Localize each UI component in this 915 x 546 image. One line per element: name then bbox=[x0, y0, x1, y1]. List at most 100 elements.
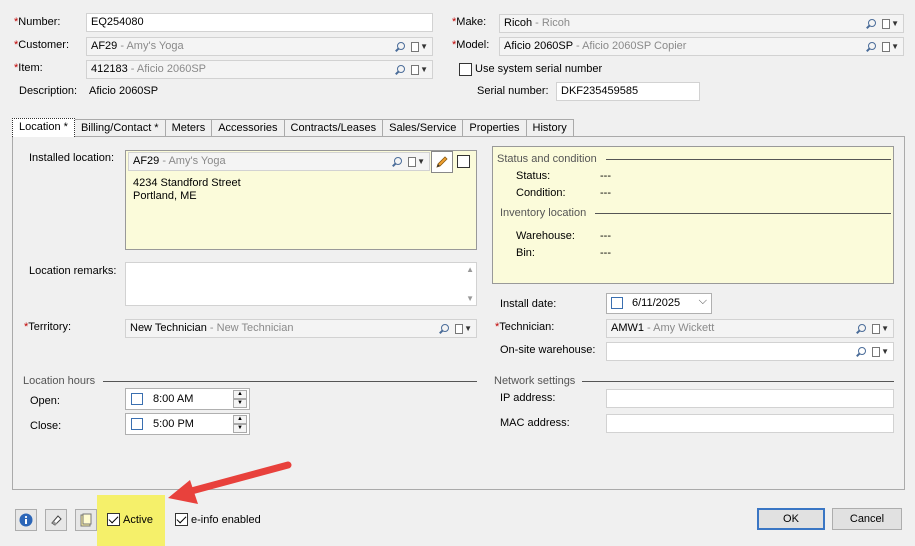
notes-button[interactable] bbox=[75, 509, 97, 531]
use-system-serial-checkbox[interactable] bbox=[459, 63, 472, 76]
inventory-section-title: Inventory location bbox=[500, 207, 587, 219]
open-time-checkbox[interactable] bbox=[131, 393, 143, 405]
bin-label: Bin: bbox=[516, 247, 535, 259]
status-inventory-box: Status and condition Status: --- Conditi… bbox=[492, 146, 894, 284]
installed-location-box: AF29 - Amy's Yoga ▼ 4234 Standford Stree… bbox=[125, 150, 477, 250]
tab-billing-contact[interactable]: Billing/Contact * bbox=[73, 119, 166, 137]
tab-location[interactable]: Location * bbox=[12, 118, 75, 137]
search-icon[interactable] bbox=[866, 41, 877, 52]
open-time-picker[interactable]: 8:00 AM ▲ ▼ bbox=[125, 388, 250, 410]
location-remarks-textarea[interactable]: ▲ ▼ bbox=[125, 262, 477, 306]
use-system-serial-label: Use system serial number bbox=[475, 63, 603, 75]
divider bbox=[582, 381, 894, 382]
divider bbox=[595, 213, 891, 214]
install-date-value: 6/11/2025 bbox=[632, 297, 681, 309]
close-time-checkbox[interactable] bbox=[131, 418, 143, 430]
annotation-arrow bbox=[168, 461, 292, 504]
installed-location-label: Installed location: bbox=[29, 152, 114, 164]
serial-number-label: Serial number: bbox=[477, 85, 549, 97]
document-dropdown-icon[interactable]: ▼ bbox=[455, 323, 472, 334]
item-label: *Item: bbox=[14, 62, 43, 74]
search-icon[interactable] bbox=[856, 346, 867, 357]
document-dropdown-icon[interactable]: ▼ bbox=[411, 41, 428, 52]
info-button[interactable] bbox=[15, 509, 37, 531]
tab-accessories[interactable]: Accessories bbox=[211, 119, 285, 137]
einfo-checkbox[interactable] bbox=[175, 513, 188, 526]
document-dropdown-icon[interactable]: ▼ bbox=[411, 64, 428, 75]
document-dropdown-icon[interactable]: ▼ bbox=[872, 323, 889, 334]
ok-button[interactable]: OK bbox=[757, 508, 825, 530]
document-dropdown-icon[interactable]: ▼ bbox=[882, 41, 899, 52]
cancel-button[interactable]: Cancel bbox=[832, 508, 902, 530]
search-icon[interactable] bbox=[392, 156, 403, 167]
install-date-label: Install date: bbox=[500, 298, 557, 310]
notes-icon bbox=[80, 513, 92, 527]
tab-meters[interactable]: Meters bbox=[164, 119, 213, 137]
model-field[interactable]: Aficio 2060SP - Aficio 2060SP Copier ▼ bbox=[499, 37, 904, 56]
onsite-warehouse-label: On-site warehouse: bbox=[500, 344, 596, 356]
network-settings-title: Network settings bbox=[494, 375, 576, 387]
serial-number-field[interactable]: DKF235459585 bbox=[556, 82, 700, 101]
bin-value: --- bbox=[600, 247, 611, 259]
calendar-icon[interactable] bbox=[611, 297, 623, 309]
warehouse-value: --- bbox=[600, 230, 611, 242]
installed-location-field[interactable]: AF29 - Amy's Yoga ▼ bbox=[128, 152, 430, 171]
status-section-title: Status and condition bbox=[497, 153, 597, 165]
search-icon[interactable] bbox=[866, 18, 877, 29]
spin-up-icon[interactable]: ▲ bbox=[233, 415, 247, 424]
search-icon[interactable] bbox=[439, 323, 450, 334]
scroll-up-icon[interactable]: ▲ bbox=[466, 265, 474, 274]
search-icon[interactable] bbox=[395, 41, 406, 52]
einfo-label: e-info enabled bbox=[191, 514, 261, 526]
status-label: Status: bbox=[516, 170, 551, 182]
description-value: Aficio 2060SP bbox=[89, 85, 159, 97]
spin-down-icon[interactable]: ▼ bbox=[233, 424, 247, 433]
search-icon[interactable] bbox=[395, 64, 406, 75]
address-line1: 4234 Standford Street bbox=[133, 177, 241, 189]
onsite-warehouse-field[interactable]: ▼ bbox=[606, 342, 894, 361]
spin-up-icon[interactable]: ▲ bbox=[233, 390, 247, 399]
tab-history[interactable]: History bbox=[525, 119, 574, 137]
make-label: *Make: bbox=[452, 16, 487, 28]
description-label: Description: bbox=[19, 85, 78, 97]
tab-properties[interactable]: Properties bbox=[462, 119, 527, 137]
divider bbox=[606, 159, 891, 160]
status-value: --- bbox=[600, 170, 611, 182]
pencil-icon bbox=[436, 156, 448, 168]
ip-address-field[interactable] bbox=[606, 389, 894, 408]
condition-value: --- bbox=[600, 187, 611, 199]
install-date-picker[interactable]: 6/11/2025 ⌵ bbox=[606, 293, 712, 314]
chevron-down-icon[interactable]: ⌵ bbox=[699, 295, 707, 308]
installed-location-checkbox[interactable] bbox=[457, 155, 470, 168]
attachments-button[interactable] bbox=[45, 509, 67, 531]
active-checkbox[interactable] bbox=[107, 513, 120, 526]
divider bbox=[103, 381, 477, 382]
territory-field[interactable]: New Technician - New Technician ▼ bbox=[125, 319, 477, 338]
tab-sales-service[interactable]: Sales/Service bbox=[382, 119, 464, 137]
edit-location-button[interactable] bbox=[431, 151, 453, 173]
open-label: Open: bbox=[30, 395, 60, 407]
item-field[interactable]: 412183 - Aficio 2060SP ▼ bbox=[86, 60, 433, 79]
search-icon[interactable] bbox=[856, 323, 867, 334]
active-label: Active bbox=[123, 514, 153, 526]
number-field[interactable]: EQ254080 bbox=[86, 13, 433, 32]
make-field[interactable]: Ricoh - Ricoh ▼ bbox=[499, 14, 904, 33]
territory-label: *Territory: bbox=[24, 321, 72, 333]
customer-field[interactable]: AF29 - Amy's Yoga ▼ bbox=[86, 37, 433, 56]
close-time-value: 5:00 PM bbox=[153, 418, 194, 430]
spin-down-icon[interactable]: ▼ bbox=[233, 399, 247, 408]
document-dropdown-icon[interactable]: ▼ bbox=[872, 346, 889, 357]
technician-field[interactable]: AMW1 - Amy Wickett ▼ bbox=[606, 319, 894, 338]
tab-bar: Location * Billing/Contact * Meters Acce… bbox=[12, 118, 574, 137]
close-time-picker[interactable]: 5:00 PM ▲ ▼ bbox=[125, 413, 250, 435]
condition-label: Condition: bbox=[516, 187, 566, 199]
address-line2: Portland, ME bbox=[133, 190, 197, 202]
mac-address-field[interactable] bbox=[606, 414, 894, 433]
scroll-down-icon[interactable]: ▼ bbox=[466, 294, 474, 303]
mac-address-label: MAC address: bbox=[500, 417, 570, 429]
ip-address-label: IP address: bbox=[500, 392, 556, 404]
document-dropdown-icon[interactable]: ▼ bbox=[882, 18, 899, 29]
tab-contracts-leases[interactable]: Contracts/Leases bbox=[283, 119, 384, 137]
eraser-icon bbox=[51, 515, 62, 526]
document-dropdown-icon[interactable]: ▼ bbox=[408, 156, 425, 167]
